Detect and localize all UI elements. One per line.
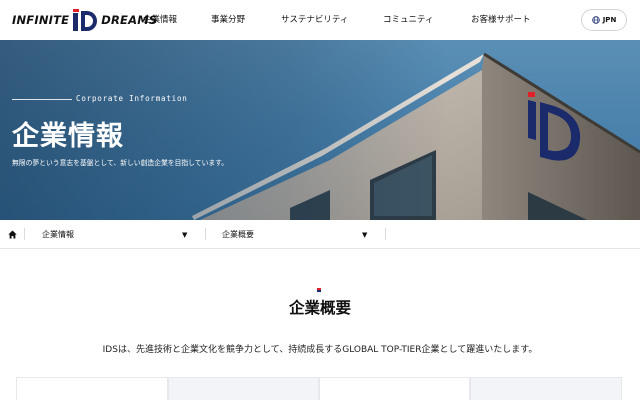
home-link[interactable] — [0, 220, 24, 248]
overview-cards — [16, 377, 622, 400]
hero-subtitle: Corporate Information — [76, 94, 188, 103]
breadcrumb-label: 企業情報 — [42, 229, 74, 239]
nav-item-business[interactable]: 事業分野 — [211, 13, 245, 25]
caret-down-icon: ▼ — [182, 231, 188, 239]
hero-subtitle-rule — [12, 99, 72, 100]
nav-item-community[interactable]: コミュニティ — [383, 13, 434, 25]
language-label: JPN — [602, 16, 617, 24]
hero-title: 企業情報 — [12, 121, 124, 152]
caret-down-icon: ▼ — [362, 231, 368, 239]
globe-icon — [591, 16, 600, 24]
section-title: 企業概要 — [288, 299, 351, 317]
overview-card[interactable] — [16, 377, 168, 400]
overview-card[interactable] — [319, 377, 470, 400]
breadcrumb-divider — [24, 228, 25, 240]
breadcrumb-divider — [205, 228, 206, 240]
overview-card[interactable] — [168, 377, 319, 400]
nav-item-support[interactable]: お客様サポート — [471, 13, 531, 25]
nav-item-sustainability[interactable]: サステナビリティ — [281, 13, 348, 25]
site-header: INFINITE DREAMS 企業情報 事業分野 サステナビリティ コミュニテ… — [0, 0, 640, 40]
section-description: IDSは、先進技術と企業文化を競争力として、持続成長するGLOBAL TOP-T… — [102, 345, 538, 355]
breadcrumb-divider — [385, 228, 386, 240]
breadcrumb-item-corporate[interactable]: 企業情報 ▼ — [42, 220, 192, 248]
hero-banner: Corporate Information 企業情報 無限の夢という意志を基盤と… — [0, 40, 640, 220]
hero-description: 無限の夢という意志を基盤として、新しい創造企業を目指しています。 — [12, 159, 229, 167]
overview-card[interactable] — [470, 377, 622, 400]
language-button[interactable]: JPN — [581, 9, 627, 31]
breadcrumb-item-overview[interactable]: 企業概要 ▼ — [222, 220, 372, 248]
breadcrumb-label: 企業概要 — [222, 229, 254, 239]
nav-item-corporate[interactable]: 企業情報 — [143, 13, 177, 25]
main-nav: 企業情報 事業分野 サステナビリティ コミュニティ お客様サポート — [0, 13, 640, 27]
title-accent-navy — [317, 290, 321, 292]
breadcrumb: 企業情報 ▼ 企業概要 ▼ — [0, 220, 640, 249]
home-icon — [7, 230, 17, 238]
